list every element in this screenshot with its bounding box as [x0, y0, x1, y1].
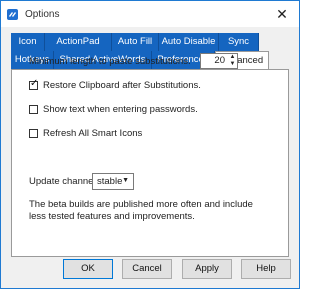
ok-button[interactable]: OK: [63, 259, 113, 279]
cancel-button[interactable]: Cancel: [122, 259, 172, 279]
tab-actionpad[interactable]: ActionPad: [45, 33, 112, 51]
title-bar: Options ✕: [1, 1, 299, 27]
options-window: Options ✕ Icon ActionPad Auto Fill Auto …: [0, 0, 300, 289]
tab-auto-disable[interactable]: Auto Disable: [159, 33, 219, 51]
update-channel-value: stable: [97, 176, 123, 187]
dialog-buttons: OK Cancel Apply Help: [1, 259, 299, 283]
apply-button[interactable]: Apply: [182, 259, 232, 279]
min-length-value[interactable]: 20: [201, 54, 228, 68]
update-channel-select[interactable]: stable ▼: [92, 173, 134, 190]
advanced-panel: [11, 69, 289, 257]
restore-clipboard-row[interactable]: ✓ Restore Clipboard after Substitutions.: [29, 78, 201, 91]
beta-note: The beta builds are published more often…: [29, 199, 253, 222]
check-mark-icon: ✓: [30, 78, 39, 89]
tab-sync[interactable]: Sync: [219, 33, 259, 51]
spin-arrows-icon[interactable]: ▲ ▼: [228, 54, 237, 68]
min-length-row: Minimum length to paste substitutions.: [29, 56, 191, 67]
show-text-row[interactable]: Show text when entering passwords.: [29, 104, 198, 115]
tab-icon[interactable]: Icon: [11, 33, 45, 51]
show-text-checkbox[interactable]: [29, 105, 38, 114]
min-length-stepper[interactable]: 20 ▲ ▼: [200, 53, 238, 69]
update-channel-row: Update channel: [29, 176, 96, 187]
tab-auto-fill[interactable]: Auto Fill: [112, 33, 159, 51]
refresh-icons-checkbox[interactable]: [29, 129, 38, 138]
show-text-label: Show text when entering passwords.: [43, 104, 198, 115]
restore-clipboard-label: Restore Clipboard after Substitutions.: [43, 80, 201, 91]
window-title: Options: [25, 8, 60, 20]
update-channel-label: Update channel: [29, 176, 96, 187]
app-icon: [7, 8, 18, 20]
chevron-down-icon: ▼: [122, 177, 129, 184]
tab-row-1: Icon ActionPad Auto Fill Auto Disable Sy…: [11, 33, 277, 51]
help-button[interactable]: Help: [241, 259, 291, 279]
refresh-icons-row[interactable]: Refresh All Smart Icons: [29, 128, 142, 139]
close-icon[interactable]: ✕: [265, 1, 299, 27]
restore-clipboard-checkbox[interactable]: ✓: [29, 78, 39, 90]
refresh-icons-label: Refresh All Smart Icons: [43, 128, 143, 139]
min-length-label: Minimum length to paste substitutions.: [29, 56, 191, 67]
